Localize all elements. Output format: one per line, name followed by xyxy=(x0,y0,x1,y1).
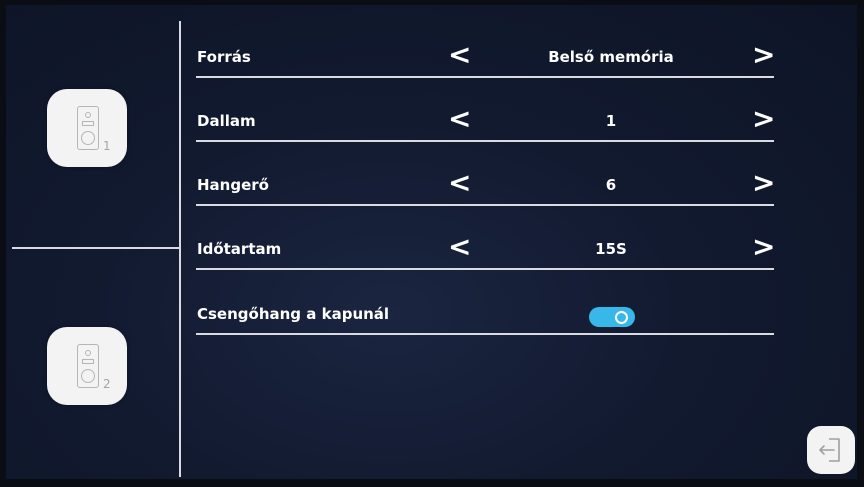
row-divider xyxy=(196,268,774,270)
chevron-left-icon[interactable]: < xyxy=(448,40,471,70)
row-divider xyxy=(196,140,774,142)
setting-value: 1 xyxy=(605,112,617,130)
chevron-left-icon[interactable]: < xyxy=(448,104,471,134)
setting-row-duration: Időtartam < 15S > xyxy=(196,230,775,270)
chevron-right-icon[interactable]: > xyxy=(752,232,775,262)
door-station-2-button[interactable]: 2 xyxy=(47,327,127,405)
setting-row-melody: Dallam < 1 > xyxy=(196,102,775,142)
setting-row-volume: Hangerő < 6 > xyxy=(196,166,775,206)
setting-value: 15S xyxy=(595,240,627,258)
chevron-right-icon[interactable]: > xyxy=(752,104,775,134)
door-station-number: 2 xyxy=(103,377,111,391)
setting-label: Forrás xyxy=(197,48,251,66)
setting-value: 6 xyxy=(605,176,617,194)
chevron-left-icon[interactable]: < xyxy=(448,168,471,198)
setting-value: Belső memória xyxy=(548,48,674,66)
row-divider xyxy=(196,204,774,206)
row-divider xyxy=(196,76,774,78)
setting-label: Időtartam xyxy=(197,240,282,258)
chevron-right-icon[interactable]: > xyxy=(752,40,775,70)
horizontal-divider xyxy=(12,247,179,249)
settings-screen: 1 2 Forrás < Belső memória > Dallam < 1 … xyxy=(6,5,857,479)
doorbell-toggle[interactable] xyxy=(589,307,635,327)
setting-row-doorbell-at-gate: Csengőhang a kapunál xyxy=(196,295,774,335)
row-divider xyxy=(196,333,774,335)
door-station-number: 1 xyxy=(103,139,111,153)
setting-row-source: Forrás < Belső memória > xyxy=(196,38,775,78)
exit-icon xyxy=(819,438,840,462)
vertical-divider xyxy=(179,21,181,477)
setting-label: Hangerő xyxy=(197,176,269,194)
setting-label: Csengőhang a kapunál xyxy=(197,305,390,323)
exit-button[interactable] xyxy=(807,426,855,474)
door-station-icon xyxy=(77,106,99,150)
toggle-knob xyxy=(615,311,628,324)
chevron-right-icon[interactable]: > xyxy=(752,168,775,198)
door-station-icon xyxy=(77,344,99,388)
setting-label: Dallam xyxy=(197,112,256,130)
door-station-1-button[interactable]: 1 xyxy=(47,89,127,167)
chevron-left-icon[interactable]: < xyxy=(448,232,471,262)
